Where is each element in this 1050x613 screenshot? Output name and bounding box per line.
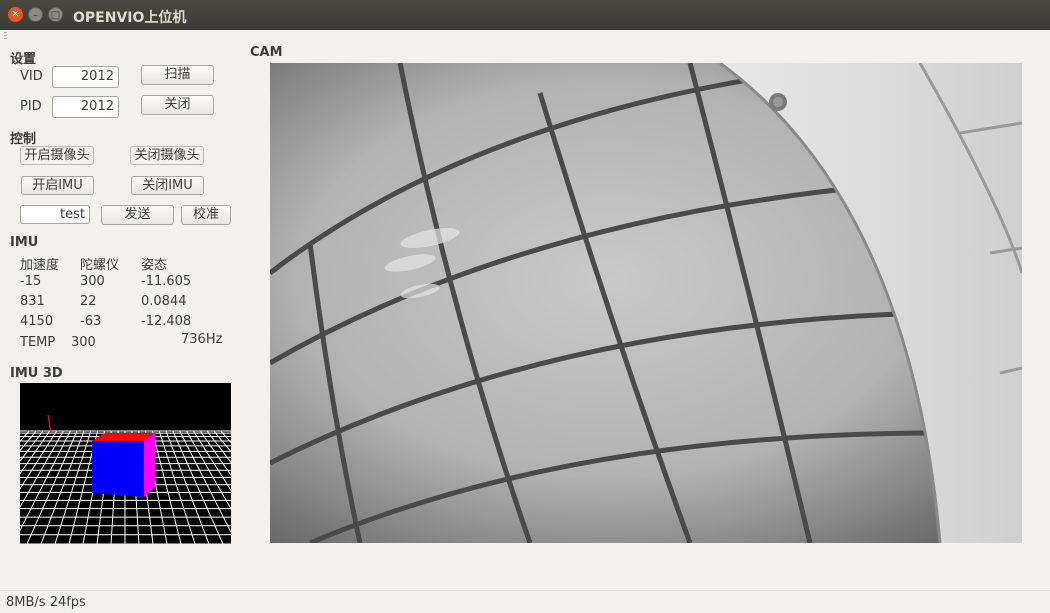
imu-attitude-x: -11.605: [141, 274, 192, 289]
camera-section-title: CAM: [250, 45, 283, 60]
imu-gyro-x: 300: [80, 274, 105, 289]
control-section-title: 控制: [10, 132, 37, 147]
close-camera-button[interactable]: 关闭摄像头: [130, 146, 204, 165]
window-maximize-button[interactable]: □: [48, 7, 63, 22]
close-icon: ✕: [11, 9, 20, 20]
maximize-icon: □: [50, 10, 61, 21]
temp-value: 300: [71, 335, 96, 350]
temp-label: TEMP: [20, 335, 56, 350]
imu-accel-z: 4150: [20, 314, 54, 329]
status-bar-divider: [0, 590, 1050, 591]
imu-attitude-y: 0.0844: [141, 294, 187, 309]
imu-header-accel: 加速度: [20, 258, 60, 273]
imu-rate: 736Hz: [181, 332, 223, 347]
imu-header-attitude: 姿态: [141, 258, 168, 273]
imu3d-section-title: IMU 3D: [10, 366, 63, 381]
camera-feed-image: [270, 63, 1022, 543]
window-minimize-button[interactable]: –: [28, 7, 43, 22]
cube-side-face: [144, 433, 155, 497]
settings-section-title: 设置: [10, 52, 37, 67]
send-button[interactable]: 发送: [101, 205, 174, 225]
scan-button[interactable]: 扫描: [141, 65, 214, 85]
calibrate-button[interactable]: 校准: [181, 205, 231, 225]
open-camera-button[interactable]: 开启摄像头: [20, 146, 94, 165]
vid-label: VID: [20, 69, 43, 84]
imu-3d-scene: [20, 414, 231, 544]
imu-attitude-z: -12.408: [141, 314, 192, 329]
pid-input[interactable]: 2012: [52, 96, 119, 118]
imu-3d-view[interactable]: [20, 383, 231, 544]
command-input[interactable]: test: [20, 205, 90, 224]
window-title: OPENVIO上位机: [73, 10, 187, 26]
imu-gyro-y: 22: [80, 294, 97, 309]
window-close-button[interactable]: ✕: [8, 7, 23, 22]
title-bar: ✕ – □ OPENVIO上位机: [0, 0, 1050, 30]
imu-accel-y: 831: [20, 294, 45, 309]
dock-grip-icon[interactable]: [4, 32, 7, 40]
close-device-button[interactable]: 关闭: [141, 95, 214, 115]
status-bar-text: 8MB/s 24fps: [6, 595, 86, 610]
cube-front-face: [92, 441, 144, 497]
imu-gyro-z: -63: [80, 314, 102, 329]
pid-label: PID: [20, 99, 42, 114]
minimize-icon: –: [33, 10, 38, 21]
imu-section-title: IMU: [10, 235, 39, 250]
axis-marker: [47, 414, 52, 434]
open-imu-button[interactable]: 开启IMU: [21, 176, 94, 195]
imu-header-gyro: 陀螺仪: [80, 258, 120, 273]
imu-accel-x: -15: [20, 274, 42, 289]
close-imu-button[interactable]: 关闭IMU: [131, 176, 204, 195]
cube-top-face: [92, 433, 155, 441]
vid-input[interactable]: 2012: [52, 66, 119, 88]
